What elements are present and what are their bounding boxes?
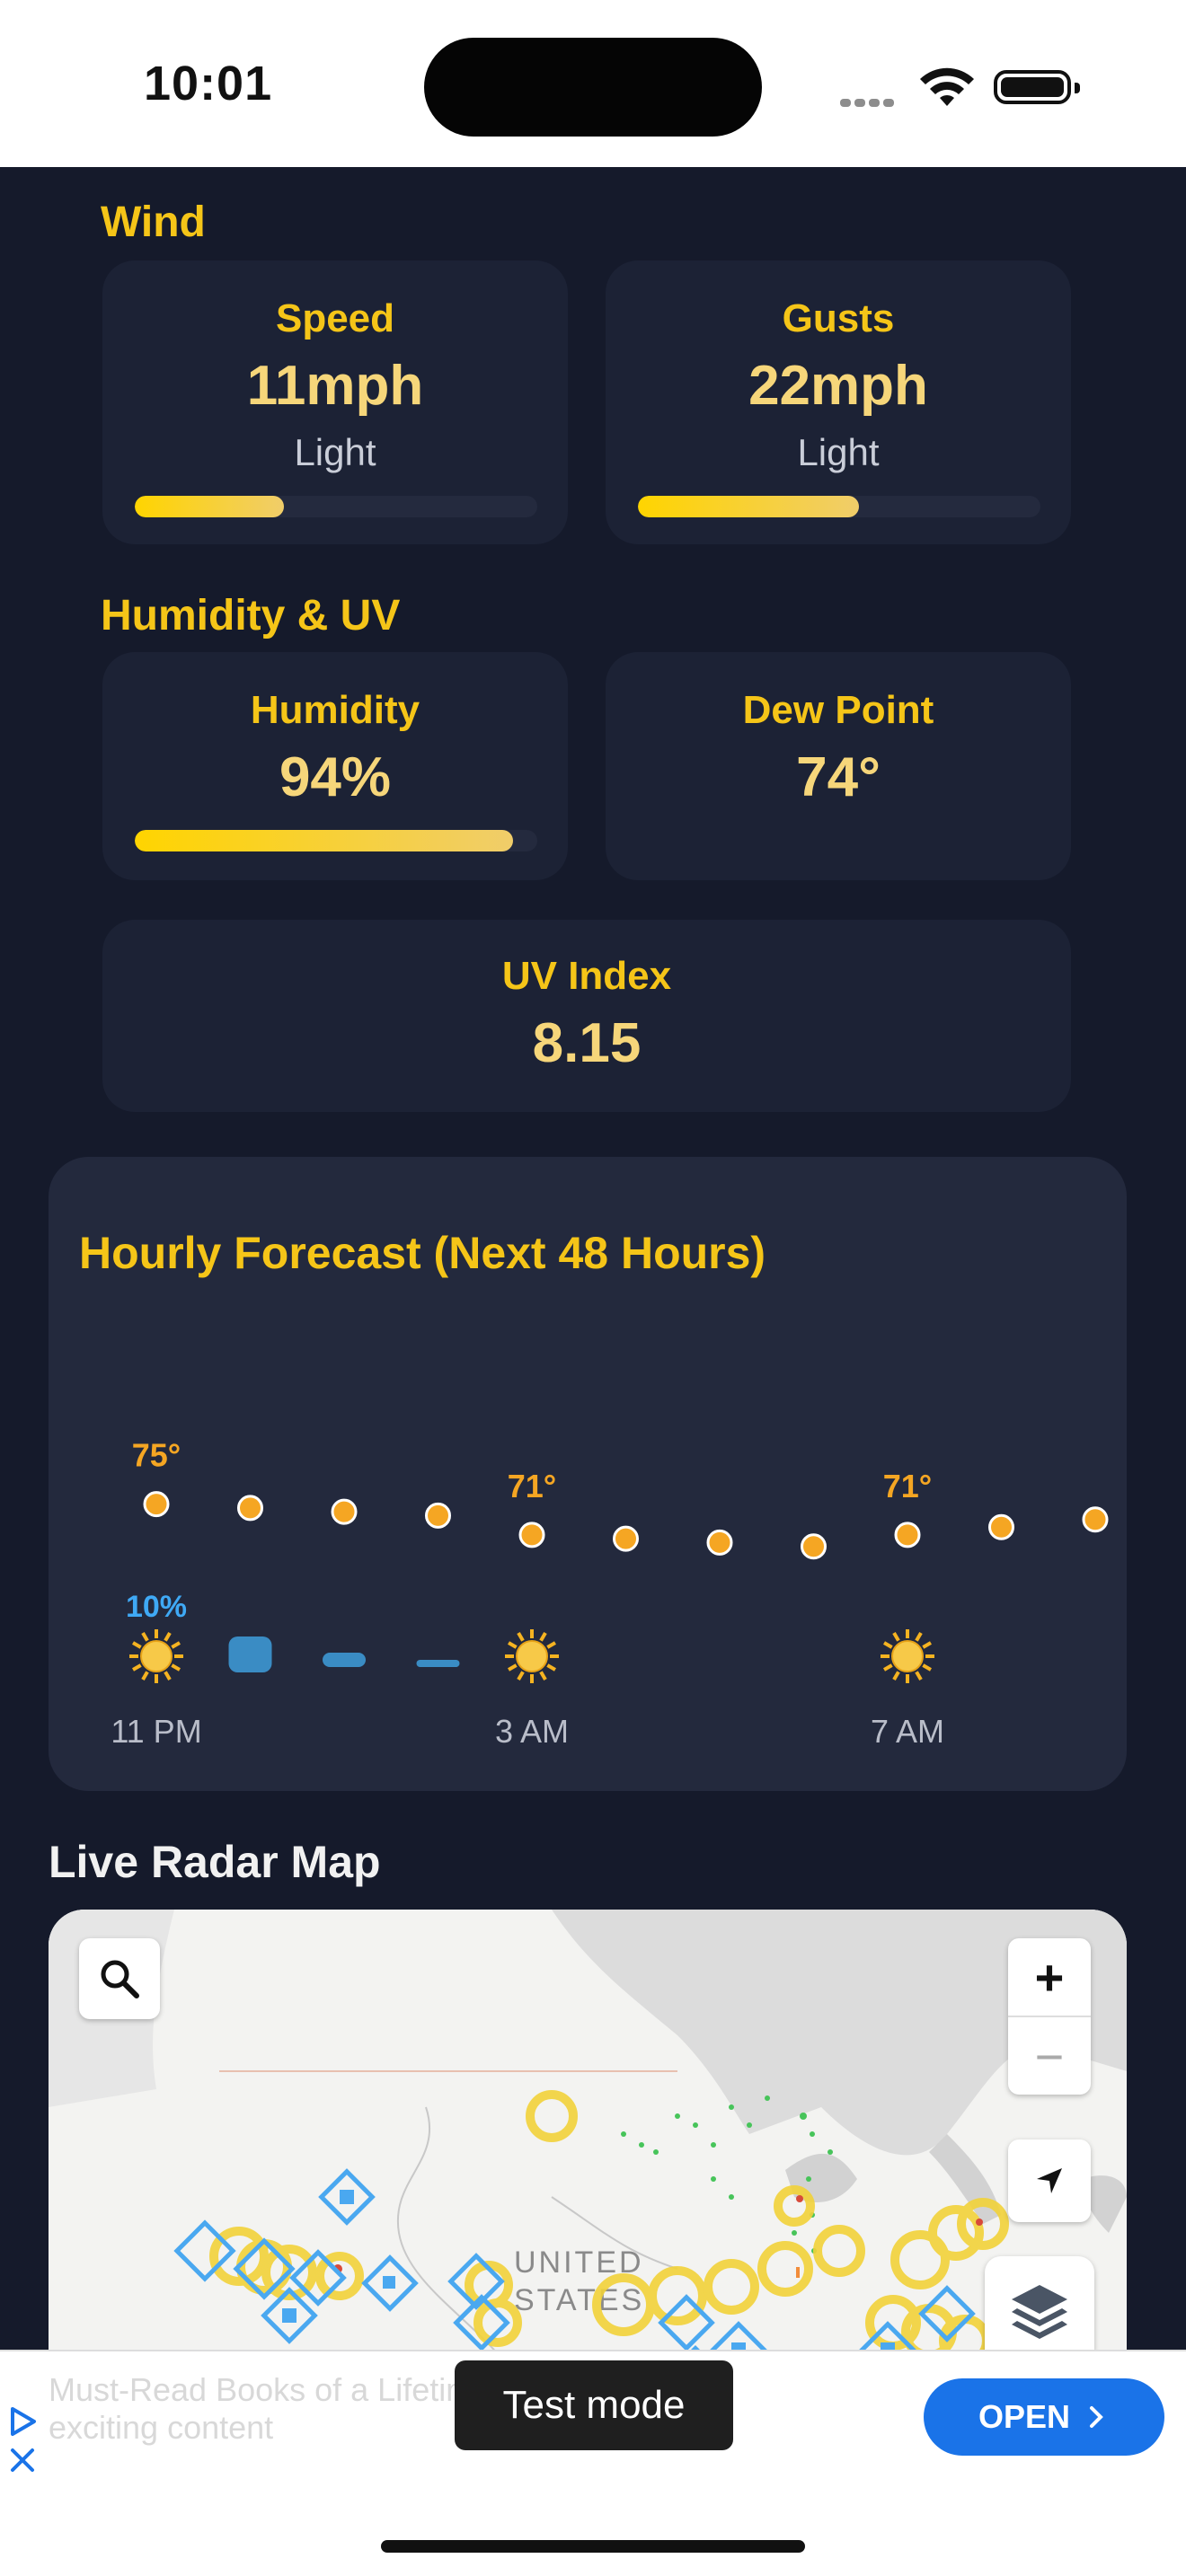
home-indicator-area bbox=[0, 2483, 1186, 2576]
wind-speed-value: 11mph bbox=[246, 355, 424, 417]
uv-index-value: 8.15 bbox=[532, 1012, 642, 1074]
cellular-signal-icon bbox=[840, 95, 898, 111]
temp-label: 71° bbox=[883, 1468, 932, 1504]
temp-label: 71° bbox=[508, 1468, 556, 1504]
time-label: 11 PM bbox=[111, 1713, 201, 1750]
temp-point bbox=[331, 1498, 358, 1525]
wind-speed-bar-fill bbox=[135, 496, 284, 517]
sun-icon bbox=[505, 1629, 559, 1683]
temp-point bbox=[143, 1491, 170, 1518]
sun-icon bbox=[129, 1629, 183, 1683]
temp-label: 75° bbox=[132, 1437, 181, 1474]
dew-point-label: Dew Point bbox=[742, 688, 934, 732]
cloud-rain-icon bbox=[228, 1636, 272, 1672]
dynamic-island bbox=[424, 38, 762, 137]
hourly-forecast-chart[interactable]: 75° 71° 71° 10% 11 PM 3 AM 7 AM bbox=[49, 1347, 1109, 1778]
location-arrow-icon bbox=[1037, 2168, 1062, 2193]
sun-icon bbox=[881, 1629, 934, 1683]
uv-index-label: UV Index bbox=[501, 954, 672, 998]
temp-point bbox=[801, 1533, 827, 1560]
wind-gusts-label: Gusts bbox=[782, 296, 895, 340]
home-indicator[interactable] bbox=[381, 2540, 805, 2553]
temp-point bbox=[1082, 1506, 1109, 1533]
chevron-right-icon bbox=[1090, 2406, 1103, 2428]
wind-gusts-desc: Light bbox=[797, 431, 880, 473]
rain-trace-icon bbox=[416, 1660, 460, 1667]
status-time: 10:01 bbox=[144, 57, 273, 110]
rain-light-icon bbox=[323, 1653, 366, 1667]
wind-speed-label: Speed bbox=[275, 296, 395, 340]
svg-text:STATES: STATES bbox=[514, 2283, 644, 2317]
dew-point-card: Dew Point 74° bbox=[606, 652, 1071, 880]
map-search-button[interactable] bbox=[79, 1938, 160, 2019]
temp-point bbox=[613, 1525, 639, 1552]
humidity-card: Humidity 94% bbox=[102, 652, 568, 880]
locate-button[interactable] bbox=[1008, 2139, 1091, 2222]
dew-point-value: 74° bbox=[796, 746, 881, 808]
humidity-bar bbox=[135, 830, 537, 851]
humidity-uv-section-title: Humidity & UV bbox=[101, 592, 401, 640]
ad-open-label: OPEN bbox=[978, 2398, 1071, 2435]
test-mode-toast: Test mode bbox=[455, 2360, 733, 2450]
battery-icon bbox=[994, 70, 1080, 104]
hourly-forecast-title: Hourly Forecast (Next 48 Hours) bbox=[79, 1228, 766, 1278]
wind-speed-desc: Light bbox=[294, 431, 376, 473]
radar-section-title: Live Radar Map bbox=[49, 1837, 381, 1887]
wind-speed-bar bbox=[135, 496, 537, 517]
wind-gusts-value: 22mph bbox=[748, 355, 928, 417]
temp-point bbox=[706, 1529, 733, 1556]
humidity-label: Humidity bbox=[250, 688, 420, 732]
humidity-bar-fill bbox=[135, 830, 514, 851]
ad-choices-icon[interactable] bbox=[5, 2404, 41, 2475]
wind-gusts-bar bbox=[638, 496, 1040, 517]
temp-point bbox=[894, 1522, 921, 1548]
temp-point bbox=[425, 1502, 451, 1529]
zoom-out-button[interactable]: − bbox=[1008, 2017, 1091, 2095]
zoom-in-button[interactable]: + bbox=[1008, 1938, 1091, 2017]
humidity-value: 94% bbox=[279, 746, 392, 808]
wind-gusts-card: Gusts 22mph Light bbox=[606, 260, 1071, 544]
layers-icon bbox=[1012, 2285, 1067, 2339]
ad-open-button[interactable]: OPEN bbox=[924, 2378, 1164, 2456]
temp-point bbox=[988, 1513, 1014, 1540]
wifi-icon bbox=[918, 65, 976, 114]
uv-index-card: UV Index 8.15 bbox=[102, 920, 1071, 1112]
wind-speed-card: Speed 11mph Light bbox=[102, 260, 568, 544]
zoom-control: + − bbox=[1008, 1938, 1091, 2095]
wind-gusts-bar-fill bbox=[638, 496, 860, 517]
time-label: 7 AM bbox=[871, 1713, 944, 1750]
time-label: 3 AM bbox=[495, 1713, 569, 1750]
temp-point bbox=[518, 1522, 545, 1548]
wind-section-title: Wind bbox=[101, 198, 206, 246]
search-icon bbox=[101, 1960, 139, 1998]
precip-label: 10% bbox=[126, 1590, 187, 1624]
temp-point bbox=[237, 1495, 263, 1522]
